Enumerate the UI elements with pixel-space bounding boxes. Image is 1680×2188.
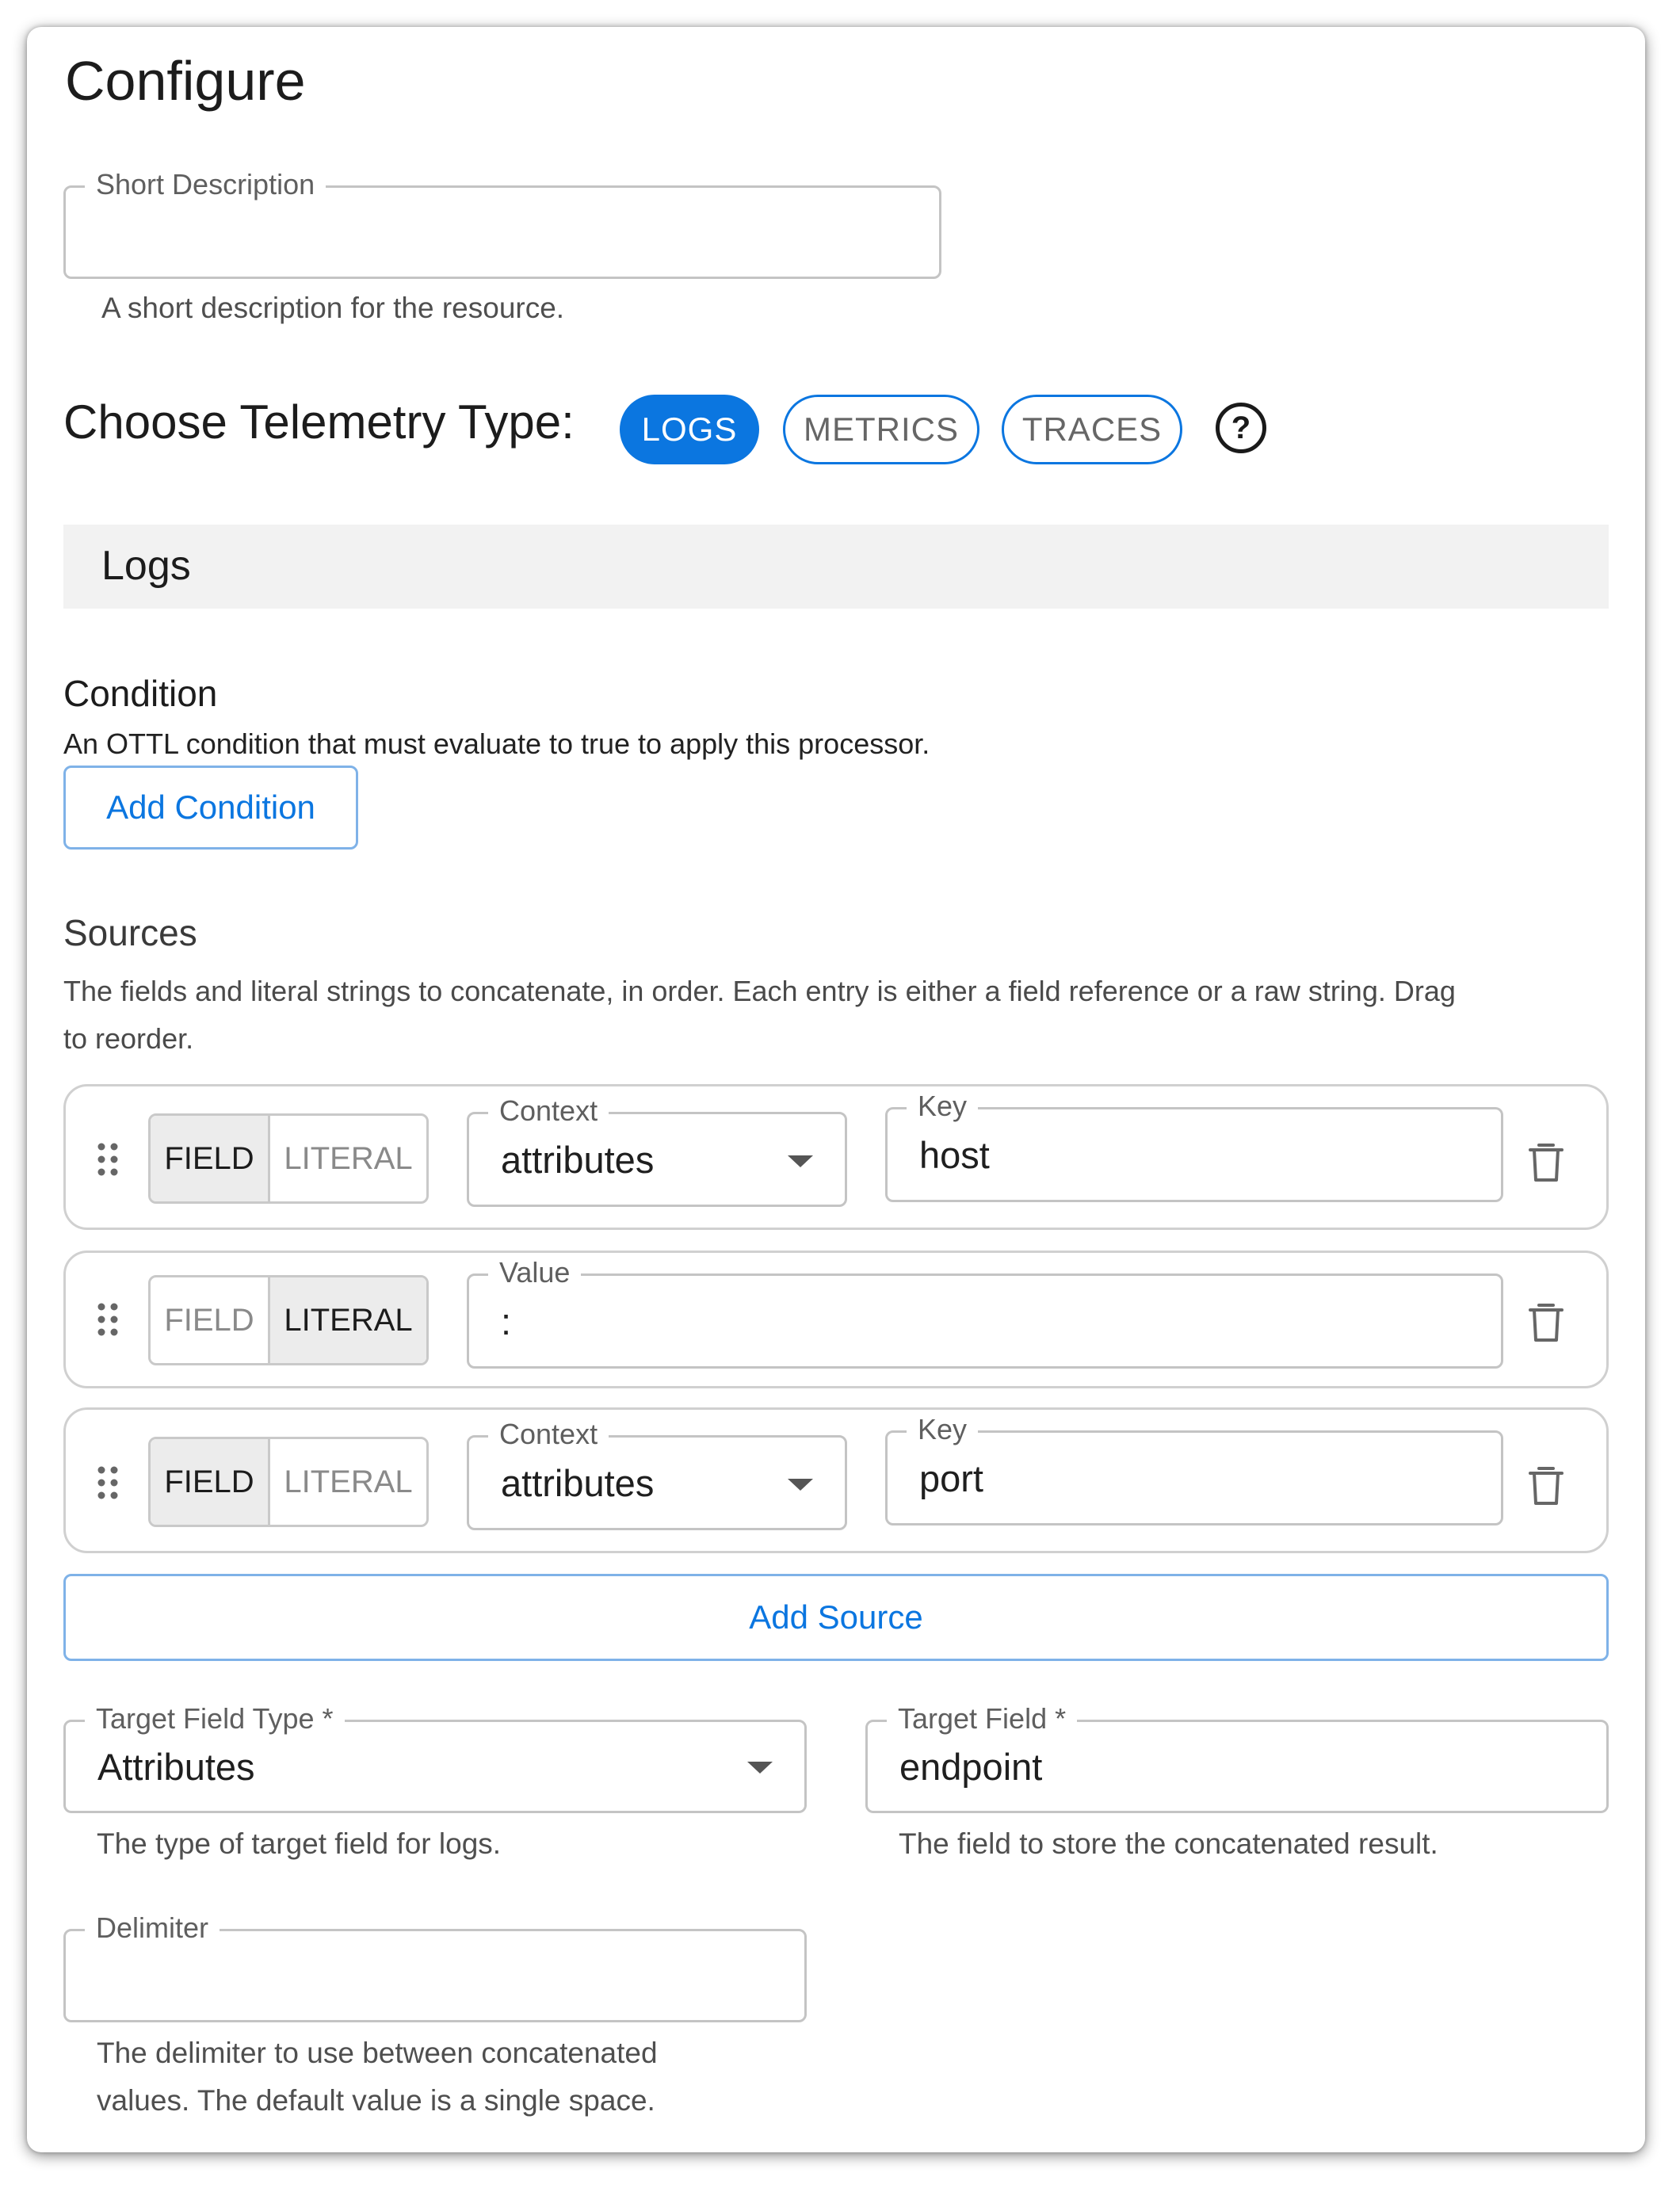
telemetry-metrics-chip[interactable]: METRICS: [783, 395, 979, 464]
key-input[interactable]: Key port: [885, 1412, 1503, 1525]
target-field-type-help: The type of target field for logs.: [97, 1827, 502, 1860]
toggle-field-option[interactable]: FIELD: [151, 1439, 270, 1525]
target-field-value: endpoint: [899, 1745, 1043, 1788]
delete-source-icon[interactable]: [1527, 1140, 1565, 1183]
logs-section-header: [63, 525, 1609, 609]
toggle-field-option[interactable]: FIELD: [151, 1277, 270, 1363]
drag-handle-icon[interactable]: [96, 1142, 120, 1177]
short-description-input[interactable]: Short Description: [63, 167, 941, 279]
delete-source-icon[interactable]: [1527, 1300, 1565, 1343]
key-input[interactable]: Key host: [885, 1089, 1503, 1202]
target-field-input[interactable]: Target Field * endpoint: [865, 1701, 1609, 1813]
drag-handle-icon[interactable]: [96, 1302, 120, 1337]
chevron-down-icon: [788, 1155, 813, 1167]
delete-source-icon[interactable]: [1527, 1464, 1565, 1506]
literal-value-input[interactable]: Value :: [467, 1255, 1503, 1369]
delimiter-help-line1: The delimiter to use between concatenate…: [97, 2037, 658, 2069]
context-value: attributes: [501, 1461, 655, 1504]
target-field-type-value: Attributes: [97, 1745, 255, 1788]
field-literal-toggle: FIELD LITERAL: [148, 1275, 429, 1365]
toggle-literal-option[interactable]: LITERAL: [270, 1439, 426, 1525]
chevron-down-icon: [788, 1479, 813, 1491]
delimiter-input[interactable]: Delimiter: [63, 1911, 807, 2022]
drag-handle-icon[interactable]: [96, 1465, 120, 1500]
sources-description-line1: The fields and literal strings to concat…: [63, 975, 1456, 1007]
field-literal-toggle: FIELD LITERAL: [148, 1437, 429, 1527]
key-value: port: [919, 1457, 983, 1499]
target-field-type-select[interactable]: Target Field Type * Attributes: [63, 1701, 807, 1813]
add-condition-button[interactable]: Add Condition: [63, 766, 358, 850]
source-row: FIELD LITERAL Context attributes Key por…: [63, 1407, 1609, 1553]
telemetry-type-label: Choose Telemetry Type:: [63, 395, 575, 449]
context-select[interactable]: Context attributes: [467, 1094, 847, 1207]
source-row: FIELD LITERAL Context attributes Key hos…: [63, 1084, 1609, 1230]
toggle-literal-option[interactable]: LITERAL: [270, 1116, 426, 1201]
target-field-help: The field to store the concatenated resu…: [899, 1827, 1438, 1860]
telemetry-logs-chip[interactable]: LOGS: [620, 395, 759, 464]
page-title: Configure: [65, 50, 306, 112]
field-literal-toggle: FIELD LITERAL: [148, 1113, 429, 1204]
condition-description: An OTTL condition that must evaluate to …: [63, 727, 930, 760]
add-source-button[interactable]: Add Source: [63, 1574, 1609, 1661]
logs-section-title: Logs: [101, 543, 191, 589]
context-select[interactable]: Context attributes: [467, 1417, 847, 1530]
short-description-help: A short description for the resource.: [101, 292, 565, 324]
toggle-literal-option[interactable]: LITERAL: [270, 1277, 426, 1363]
source-row: FIELD LITERAL Value :: [63, 1251, 1609, 1388]
question-circle-icon[interactable]: ?: [1216, 403, 1266, 453]
condition-title: Condition: [63, 673, 218, 714]
context-value: attributes: [501, 1138, 655, 1181]
literal-value: :: [501, 1300, 512, 1342]
sources-description-line2: to reorder.: [63, 1022, 194, 1055]
chevron-down-icon: [747, 1762, 773, 1774]
delimiter-help-line2: values. The default value is a single sp…: [97, 2084, 655, 2117]
short-description-label: Short Description: [85, 167, 326, 202]
telemetry-traces-chip[interactable]: TRACES: [1002, 395, 1182, 464]
toggle-field-option[interactable]: FIELD: [151, 1116, 270, 1201]
key-value: host: [919, 1133, 990, 1176]
delimiter-label: Delimiter: [85, 1911, 220, 1946]
sources-title: Sources: [63, 912, 197, 953]
